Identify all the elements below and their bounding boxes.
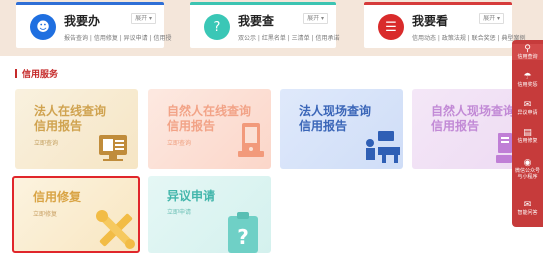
expand-button[interactable]: 展开 ▾: [479, 13, 504, 24]
card-title: 我要办: [64, 14, 101, 28]
tile-legal-onsite-query[interactable]: 法人现场查询 信用报告: [280, 89, 403, 169]
tile-link[interactable]: 立即查询: [167, 138, 191, 147]
sidebar-item-objection[interactable]: ✉ 异议申请: [512, 100, 543, 116]
sidebar-item-label: 信用修复: [517, 138, 538, 144]
section-title-bar: [15, 69, 17, 78]
tile-title: 法人在线查询 信用报告: [34, 104, 106, 134]
section-title: 信用服务: [15, 67, 58, 80]
card-wo-yao-cha[interactable]: ? 我要查 双公示 | 红黑名单 | 三清单 | 信用承诺 展开 ▾: [190, 2, 340, 48]
sidebar-item-label: 异议申请: [517, 110, 538, 116]
chat-icon: ✉: [523, 200, 532, 210]
card-title: 我要查: [238, 14, 275, 28]
sidebar-item-wechat[interactable]: ◉ 微信公众号 与小程序: [512, 158, 543, 180]
card-wo-yao-kan[interactable]: ☰ 我要看 信用动态 | 政策法规 | 联合奖惩 | 典型案例 展开 ▾: [364, 2, 526, 48]
sidebar-item-qa[interactable]: ✉ 智能问答: [512, 200, 543, 216]
clipboard-question-icon: ?: [228, 212, 258, 253]
svg-text:?: ?: [237, 225, 249, 249]
expand-button[interactable]: 展开 ▾: [131, 13, 156, 24]
tile-objection-application[interactable]: 异议申请 立即申请 ?: [148, 176, 271, 253]
sidebar-item-label: 信用查询: [517, 54, 538, 60]
sidebar-item-reward-punish[interactable]: ☂ 信用奖惩: [512, 72, 543, 88]
tile-person-online-query[interactable]: 自然人在线查询 信用报告 立即查询: [148, 89, 271, 169]
tile-title-line1: 自然人在线查询: [167, 104, 252, 118]
sidebar-item-label: 信用奖惩: [517, 82, 538, 88]
report-monitor-icon: [99, 135, 127, 161]
wechat-icon: ◉: [523, 158, 532, 168]
section-title-text: 信用服务: [22, 70, 59, 80]
doc-icon: ▤: [523, 128, 532, 138]
sidebar-item-repair[interactable]: ▤ 信用修复: [512, 128, 543, 144]
floating-sidebar: ⚲ 信用查询 ☂ 信用奖惩 ✉ 异议申请 ▤ 信用修复 ◉ 微信公众号 与小程序…: [512, 40, 543, 227]
tile-credit-repair[interactable]: 信用修复 立即修复: [12, 176, 140, 253]
credit-services-section: 信用服务 法人在线查询 信用报告 立即查询 自然人在线查询 信用报告 立即查询: [0, 56, 543, 253]
tile-legal-online-query[interactable]: 法人在线查询 信用报告 立即查询: [15, 89, 138, 169]
tile-title: 法人现场查询 信用报告: [299, 104, 371, 134]
tile-title-line1: 法人现场查询: [299, 104, 372, 118]
counter-service-icon: [366, 131, 400, 163]
card-title: 我要看: [412, 14, 449, 28]
card-wo-yao-ban[interactable]: ☻ 我要办 报告查询 | 信用修复 | 异议申请 | 信用授 展开 ▾: [16, 2, 172, 48]
top-cards-strip: ☻ 我要办 报告查询 | 信用修复 | 异议申请 | 信用授 展开 ▾ ? 我要…: [0, 0, 543, 56]
expand-button[interactable]: 展开 ▾: [303, 13, 328, 24]
tile-title-line1: 法人在线查询: [34, 104, 107, 118]
card-subtitle: 双公示 | 红黑名单 | 三清单 | 信用承诺: [238, 35, 340, 42]
card-subtitle: 信用动态 | 政策法规 | 联合奖惩 | 典型案例: [412, 35, 526, 42]
shield-icon: ☂: [523, 72, 532, 82]
person-icon: ☻: [30, 14, 56, 40]
tile-title-line1: 自然人现场查询: [431, 104, 515, 118]
tile-title: 异议申请: [167, 189, 216, 203]
tile-title-line2: 信用报告: [34, 119, 83, 133]
tile-link[interactable]: 立即申请: [167, 207, 191, 216]
tile-title-line2: 信用报告: [299, 119, 348, 133]
sidebar-item-credit-query[interactable]: ⚲ 信用查询: [512, 44, 543, 60]
sidebar-item-label: 微信公众号 与小程序: [514, 168, 540, 180]
tile-person-onsite-query[interactable]: 自然人现场查询 信用报告: [412, 89, 515, 169]
person-document-icon: [496, 133, 512, 163]
tile-link[interactable]: 立即修复: [33, 209, 57, 218]
question-icon: ?: [204, 14, 230, 40]
phone-report-icon: [238, 123, 264, 157]
tile-link[interactable]: 立即查询: [34, 138, 58, 147]
mail-icon: ✉: [523, 100, 532, 110]
wrench-icon: [96, 210, 135, 249]
tile-title: 信用修复: [33, 190, 82, 204]
book-icon: ☰: [378, 14, 404, 40]
sidebar-item-label: 智能问答: [517, 210, 538, 216]
search-icon: ⚲: [524, 44, 531, 54]
card-subtitle: 报告查询 | 信用修复 | 异议申请 | 信用授: [64, 35, 172, 42]
